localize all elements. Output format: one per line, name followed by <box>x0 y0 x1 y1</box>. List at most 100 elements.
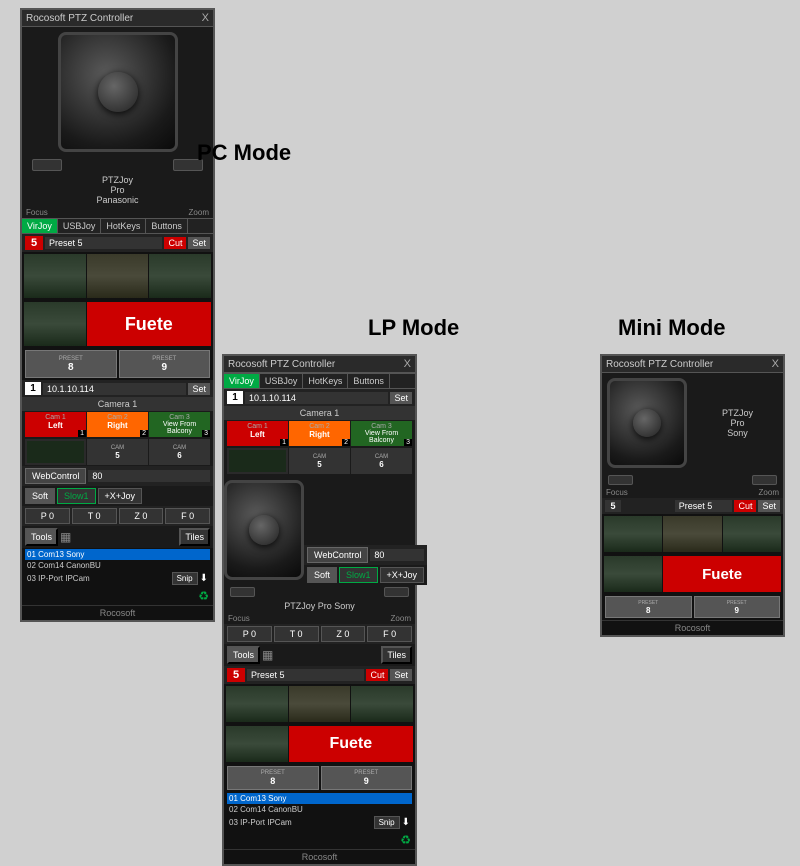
mini-thumb-4[interactable] <box>604 556 662 592</box>
lp-webctrl-btn[interactable]: WebControl <box>307 547 368 563</box>
lp-zoom-handle[interactable] <box>384 587 409 597</box>
lp-tab-usbjoy[interactable]: USBJoy <box>260 374 304 388</box>
pc-webctrl-row: WebControl 80 <box>22 466 213 486</box>
pc-snip-btn[interactable]: Snip <box>172 572 198 585</box>
lp-cam-list-item-2[interactable]: 02 Com14 CanonBU <box>227 804 412 815</box>
pc-preset-badge-9[interactable]: PRESET 9 <box>119 350 211 378</box>
lp-tools-btn[interactable]: Tools <box>227 646 260 664</box>
pc-thumb-4[interactable] <box>24 302 86 346</box>
pc-f0-btn[interactable]: F 0 <box>165 508 210 524</box>
pc-tab-bar: VirJoy USBJoy HotKeys Buttons <box>22 218 213 234</box>
lp-cut-btn[interactable]: Cut <box>366 669 388 681</box>
lp-grid-icon[interactable]: ▦ <box>262 648 273 662</box>
mini-set-btn[interactable]: Set <box>758 500 780 512</box>
mini-zoom-handle[interactable] <box>752 475 777 485</box>
pc-tools-btn[interactable]: Tools <box>25 528 58 546</box>
pc-dl-arrow[interactable]: ⬇ <box>200 573 208 584</box>
lp-focus-handle[interactable] <box>230 587 255 597</box>
lp-set-btn[interactable]: Set <box>390 669 412 681</box>
lp-snip-btn[interactable]: Snip <box>374 816 400 829</box>
pc-p0-btn[interactable]: P 0 <box>25 508 70 524</box>
pc-small-cam-6[interactable]: CAM 6 <box>149 439 210 465</box>
pc-cam-list-item-1[interactable]: 01 Com13 Sony <box>25 549 210 560</box>
pc-preset-badge-8[interactable]: PRESET 8 <box>25 350 117 378</box>
pc-cam1-btn[interactable]: Cam 1 Left 1 <box>25 412 86 437</box>
mini-joystick[interactable] <box>607 378 687 468</box>
lp-preset-badge-8[interactable]: PRESET 8 <box>227 766 319 790</box>
pc-thumb-3[interactable] <box>149 254 211 298</box>
lp-tab-buttons[interactable]: Buttons <box>348 374 390 388</box>
lp-tab-virjoy[interactable]: VirJoy <box>224 374 260 388</box>
lp-ip-section: 1 10.1.10.114 Set <box>224 389 415 406</box>
pc-close-btn[interactable]: X <box>202 12 209 24</box>
lp-thumb-2[interactable] <box>289 686 351 722</box>
mini-focus-handle[interactable] <box>608 475 633 485</box>
lp-small-cam-6[interactable]: CAM 6 <box>351 448 412 474</box>
pc-cam2-btn[interactable]: Cam 2 Right 2 <box>87 412 148 437</box>
pc-cam-list-item-2[interactable]: 02 Com14 CanonBU <box>25 560 210 571</box>
lp-cam-list-item-3[interactable]: 03 IP-Port IPCam Snip ⬇ <box>227 815 412 830</box>
lp-xjoy-btn[interactable]: +X+Joy <box>380 567 425 583</box>
pc-thumb-1[interactable] <box>24 254 86 298</box>
pc-tab-usbjoy[interactable]: USBJoy <box>58 219 102 233</box>
lp-slow1-btn[interactable]: Slow1 <box>339 567 378 583</box>
lp-p0-btn[interactable]: P 0 <box>227 626 272 642</box>
lp-t0-btn[interactable]: T 0 <box>274 626 319 642</box>
lp-cam1-btn[interactable]: Cam 1 Left 1 <box>227 421 288 446</box>
mini-thumb-1[interactable] <box>604 516 662 552</box>
lp-webctrl-port: 80 <box>370 549 424 561</box>
lp-cam3-btn[interactable]: Cam 3 View FromBalcony 3 <box>351 421 412 446</box>
lp-tab-hotkeys[interactable]: HotKeys <box>303 374 348 388</box>
pc-grid-icon[interactable]: ▦ <box>60 530 71 544</box>
pc-set-btn[interactable]: Set <box>188 237 210 249</box>
pc-tiles-btn[interactable]: Tiles <box>179 528 210 546</box>
lp-thumb-row1 <box>224 684 415 724</box>
pc-soft-btn[interactable]: Soft <box>25 488 55 504</box>
pc-thumb-2[interactable] <box>87 254 149 298</box>
lp-small-cam-5[interactable]: CAM 5 <box>289 448 350 474</box>
pc-recycle-icon[interactable]: ♻ <box>198 589 209 603</box>
pc-t0-btn[interactable]: T 0 <box>72 508 117 524</box>
mini-thumb-3[interactable] <box>723 516 781 552</box>
lp-dl-arrow[interactable]: ⬇ <box>402 817 410 828</box>
lp-recycle-icon[interactable]: ♻ <box>400 833 411 847</box>
pc-z0-btn[interactable]: Z 0 <box>119 508 164 524</box>
mini-preset-badge-9[interactable]: PRESET 9 <box>694 596 781 618</box>
lp-close-btn[interactable]: X <box>404 358 411 370</box>
pc-joystick[interactable] <box>58 32 178 152</box>
pc-focus-handle[interactable] <box>32 159 62 171</box>
lp-f0-btn[interactable]: F 0 <box>367 626 412 642</box>
pc-cam-list-item-3[interactable]: 03 IP-Port IPCam Snip ⬇ <box>25 571 210 586</box>
pc-tab-hotkeys[interactable]: HotKeys <box>101 219 146 233</box>
pc-slow1-btn[interactable]: Slow1 <box>57 488 96 504</box>
pc-cam3-btn[interactable]: Cam 3 View FromBalcony 3 <box>149 412 210 437</box>
lp-small-cam1[interactable] <box>227 448 288 474</box>
lp-titlebar: Rocosoft PTZ Controller X <box>224 356 415 373</box>
pc-tab-buttons[interactable]: Buttons <box>146 219 188 233</box>
pc-preset-name: Preset 5 <box>45 237 162 249</box>
lp-joystick[interactable] <box>224 480 304 580</box>
pc-tab-virjoy[interactable]: VirJoy <box>22 219 58 233</box>
pc-small-cam-5[interactable]: CAM 5 <box>87 439 148 465</box>
mini-joystick-area <box>602 373 692 473</box>
lp-tiles-btn[interactable]: Tiles <box>381 646 412 664</box>
pc-recycle-row: ♻ <box>22 587 213 605</box>
lp-soft-btn[interactable]: Soft <box>307 567 337 583</box>
mini-preset-badge-8[interactable]: PRESET 8 <box>605 596 692 618</box>
lp-cam2-btn[interactable]: Cam 2 Right 2 <box>289 421 350 446</box>
lp-cam-list-item-1[interactable]: 01 Com13 Sony <box>227 793 412 804</box>
pc-webctrl-btn[interactable]: WebControl <box>25 468 86 484</box>
mini-cut-btn[interactable]: Cut <box>734 500 756 512</box>
lp-thumb-4[interactable] <box>226 726 288 762</box>
pc-ip-set-btn[interactable]: Set <box>188 383 210 395</box>
pc-cut-btn[interactable]: Cut <box>164 237 186 249</box>
lp-z0-btn[interactable]: Z 0 <box>321 626 366 642</box>
lp-ip-set-btn[interactable]: Set <box>390 392 412 404</box>
pc-xjoy-btn[interactable]: +X+Joy <box>98 488 143 504</box>
mini-thumb-2[interactable] <box>663 516 721 552</box>
pc-small-cam1[interactable] <box>25 439 86 465</box>
mini-close-btn[interactable]: X <box>772 358 779 370</box>
lp-thumb-1[interactable] <box>226 686 288 722</box>
lp-thumb-3[interactable] <box>351 686 413 722</box>
lp-preset-badge-9[interactable]: PRESET 9 <box>321 766 413 790</box>
